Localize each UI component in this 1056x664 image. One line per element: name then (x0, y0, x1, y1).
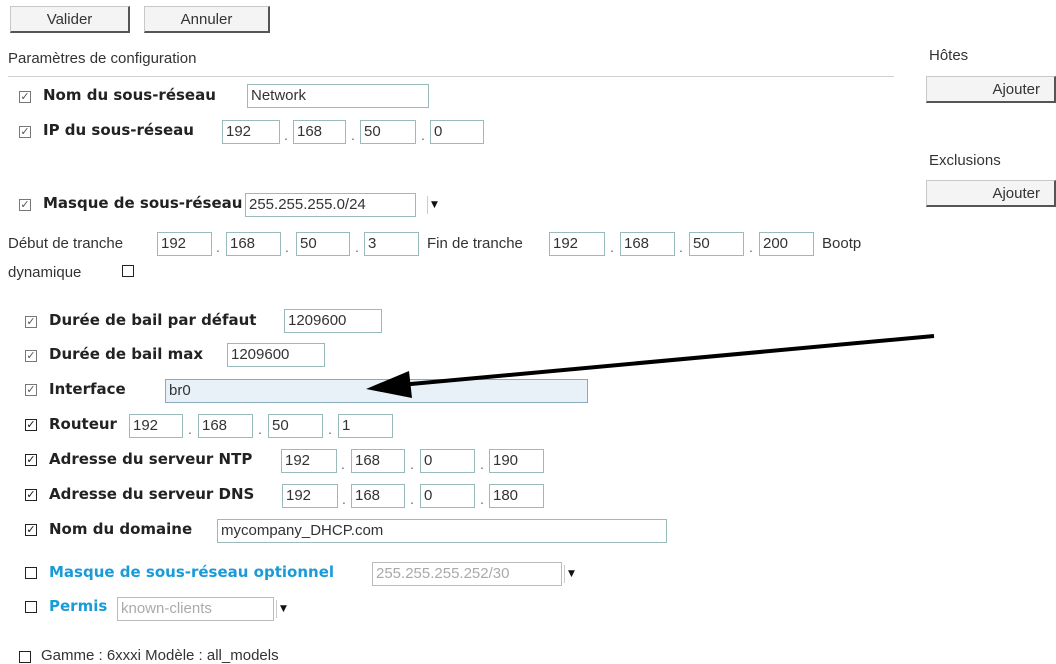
arrow-head (366, 371, 412, 398)
dynamic-label: dynamique (8, 264, 82, 281)
ip-separator: . (351, 127, 355, 143)
default-lease-checkbox[interactable]: ✓ (25, 316, 37, 328)
exclusions-add-button[interactable]: Ajouter (926, 180, 1056, 207)
domain-checkbox[interactable]: ✓ (25, 524, 37, 536)
ip-separator: . (610, 239, 614, 255)
max-lease-checkbox[interactable]: ✓ (25, 350, 37, 362)
chevron-down-icon[interactable]: ▼ (427, 196, 441, 214)
subnet-ip-octet-3[interactable]: 50 (360, 120, 416, 144)
section-title: Paramètres de configuration (8, 50, 197, 67)
annotation-arrow (366, 334, 935, 398)
dns-checkbox[interactable]: ✓ (25, 489, 37, 501)
arrow-shaft (399, 334, 935, 387)
dns-label: Adresse du serveur DNS (49, 485, 255, 503)
subnet-name-label: Nom du sous-réseau (43, 86, 216, 104)
ip-separator: . (342, 491, 346, 507)
subnet-ip-label: IP du sous-réseau (43, 121, 194, 139)
section-divider (8, 76, 894, 77)
permit-label: Permis (49, 597, 108, 615)
subnet-ip-checkbox[interactable]: ✓ (19, 126, 31, 138)
validate-button[interactable]: Valider (10, 6, 130, 33)
ip-separator: . (258, 421, 262, 437)
chevron-down-icon[interactable]: ▼ (276, 600, 290, 618)
hosts-title: Hôtes (929, 47, 969, 64)
cancel-button[interactable]: Annuler (144, 6, 270, 33)
dns-octet-4[interactable]: 180 (489, 484, 544, 508)
ip-separator: . (410, 491, 414, 507)
ntp-octet-3[interactable]: 0 (420, 449, 475, 473)
permit-value: known-clients (121, 600, 212, 617)
interface-checkbox[interactable]: ✓ (25, 384, 37, 396)
ip-separator: . (480, 456, 484, 472)
ip-separator: . (410, 456, 414, 472)
range-start-octet-2[interactable]: 168 (226, 232, 281, 256)
range-model-checkbox[interactable] (19, 651, 31, 663)
subnet-name-checkbox[interactable]: ✓ (19, 91, 31, 103)
router-octet-3[interactable]: 50 (268, 414, 323, 438)
optional-mask-label: Masque de sous-réseau optionnel (49, 563, 335, 581)
range-end-label: Fin de tranche (427, 235, 523, 252)
range-start-octet-4[interactable]: 3 (364, 232, 419, 256)
range-end-octet-4[interactable]: 200 (759, 232, 814, 256)
dynamic-checkbox[interactable] (122, 265, 134, 277)
optional-mask-value: 255.255.255.252/30 (376, 565, 510, 582)
domain-input[interactable]: mycompany_DHCP.com (217, 519, 667, 543)
optional-mask-select[interactable]: 255.255.255.252/30 (372, 562, 562, 586)
default-lease-label: Durée de bail par défaut (49, 311, 257, 329)
domain-label: Nom du domaine (49, 520, 193, 538)
router-octet-1[interactable]: 192 (129, 414, 183, 438)
ip-separator: . (355, 239, 359, 255)
chevron-down-icon[interactable]: ▼ (564, 565, 578, 583)
ip-separator: . (480, 491, 484, 507)
subnet-mask-value: 255.255.255.0/24 (249, 196, 366, 213)
router-octet-2[interactable]: 168 (198, 414, 253, 438)
ntp-octet-2[interactable]: 168 (351, 449, 405, 473)
range-start-label: Début de tranche (8, 235, 124, 252)
ntp-octet-4[interactable]: 190 (489, 449, 544, 473)
subnet-ip-octet-2[interactable]: 168 (293, 120, 346, 144)
range-start-octet-1[interactable]: 192 (157, 232, 212, 256)
permit-checkbox[interactable] (25, 601, 37, 613)
dns-octet-1[interactable]: 192 (282, 484, 338, 508)
max-lease-label: Durée de bail max (49, 345, 204, 363)
subnet-ip-octet-1[interactable]: 192 (222, 120, 280, 144)
subnet-mask-checkbox[interactable]: ✓ (19, 199, 31, 211)
router-label: Routeur (49, 415, 117, 433)
subnet-mask-select[interactable]: 255.255.255.0/24 (245, 193, 416, 217)
bootp-label: Bootp (822, 235, 862, 252)
subnet-name-input[interactable]: Network (247, 84, 429, 108)
hosts-add-button[interactable]: Ajouter (926, 76, 1056, 103)
ip-separator: . (328, 421, 332, 437)
optional-mask-checkbox[interactable] (25, 567, 37, 579)
ntp-label: Adresse du serveur NTP (49, 450, 253, 468)
exclusions-title: Exclusions (929, 152, 1001, 169)
ip-separator: . (188, 421, 192, 437)
ip-separator: . (284, 127, 288, 143)
router-octet-4[interactable]: 1 (338, 414, 393, 438)
ip-separator: . (421, 127, 425, 143)
ntp-checkbox[interactable]: ✓ (25, 454, 37, 466)
subnet-ip-octet-4[interactable]: 0 (430, 120, 484, 144)
subnet-mask-label: Masque de sous-réseau (43, 194, 243, 212)
ip-separator: . (679, 239, 683, 255)
ip-separator: . (216, 239, 220, 255)
range-model-label: Gamme : 6xxxi Modèle : all_models (41, 647, 279, 664)
ip-separator: . (285, 239, 289, 255)
ntp-octet-1[interactable]: 192 (281, 449, 337, 473)
dns-octet-3[interactable]: 0 (420, 484, 475, 508)
permit-select[interactable]: known-clients (117, 597, 274, 621)
range-end-octet-2[interactable]: 168 (620, 232, 675, 256)
max-lease-input[interactable]: 1209600 (227, 343, 325, 367)
router-checkbox[interactable]: ✓ (25, 419, 37, 431)
ip-separator: . (749, 239, 753, 255)
range-start-octet-3[interactable]: 50 (296, 232, 350, 256)
interface-label: Interface (49, 380, 126, 398)
range-end-octet-3[interactable]: 50 (689, 232, 744, 256)
ip-separator: . (341, 456, 345, 472)
range-end-octet-1[interactable]: 192 (549, 232, 605, 256)
dns-octet-2[interactable]: 168 (351, 484, 405, 508)
